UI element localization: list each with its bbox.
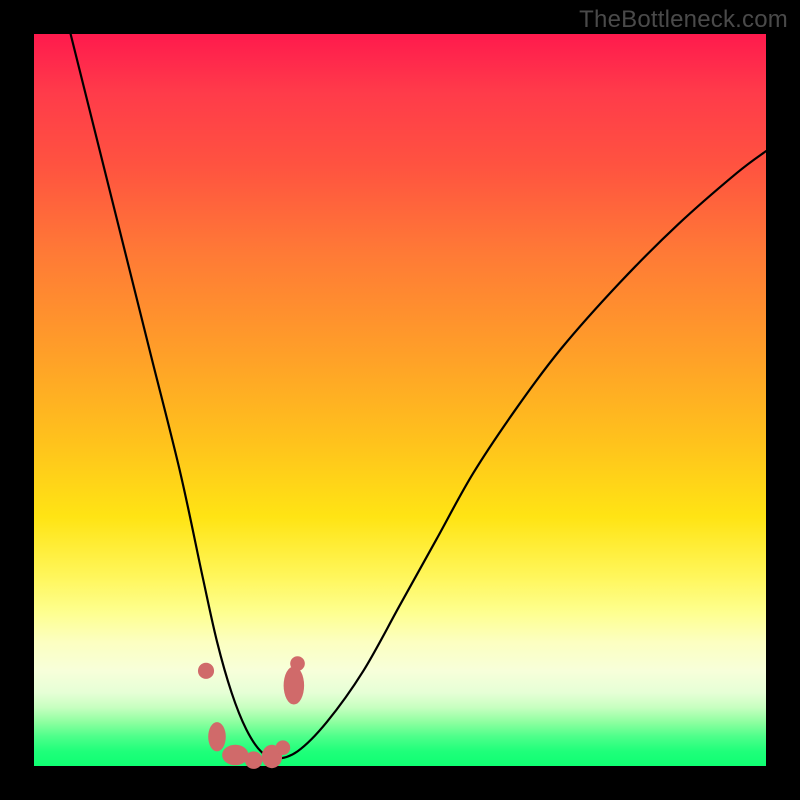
curve-marker	[284, 666, 304, 704]
plot-area	[34, 34, 766, 766]
curve-marker	[290, 656, 305, 671]
curve-marker	[222, 745, 248, 765]
curve-marker	[208, 722, 226, 751]
curve-layer	[34, 34, 766, 766]
attribution-label: TheBottleneck.com	[579, 6, 788, 34]
curve-marker	[198, 663, 214, 679]
chart-frame: TheBottleneck.com	[0, 0, 800, 800]
curve-marker	[276, 740, 291, 755]
marker-group	[198, 656, 305, 769]
curve-marker	[245, 751, 263, 769]
bottleneck-curve	[71, 34, 766, 759]
